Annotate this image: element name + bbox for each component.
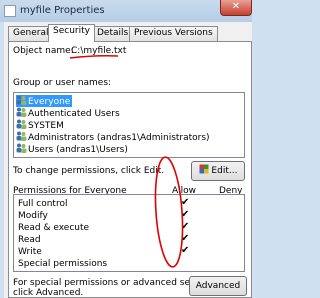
tab-previous-versions[interactable]: Previous Versions [129,26,218,41]
object-name-value: C:\myfile.txt [71,46,127,56]
permission-name: Write [18,247,42,257]
properties-window: myfile Properties ✕ General Security Det… [0,0,252,298]
permission-name: Full control [18,199,68,209]
edit-button[interactable]: Edit... [191,161,245,181]
list-item-label: SYSTEM [28,121,64,131]
advanced-button[interactable]: Advanced [189,276,247,296]
dialog-body: General Security Details Previous Versio… [4,22,252,298]
security-panel: Object name: C:\myfile.txt Group or user… [8,41,252,298]
permission-row-write: Write ✔ [18,245,244,258]
list-item-users[interactable]: Users (andras1\Users) [16,143,128,155]
users-icon [16,95,27,105]
title-bar[interactable]: myfile Properties ✕ [0,0,252,22]
list-item-label: Authenticated Users [28,109,120,119]
close-button[interactable]: ✕ [220,0,252,16]
permission-row-special: Special permissions [18,258,244,270]
allow-check-icon: ✔ [181,209,190,220]
list-item-label: Users (andras1\Users) [28,145,128,155]
permission-name: Special permissions [18,259,108,269]
users-icon [16,119,27,129]
group-user-list[interactable]: Everyone Authenticated Users SYSTEM Admi… [13,92,245,158]
group-list-label: Group or user names: [13,78,112,88]
list-item-everyone[interactable]: Everyone [16,95,73,107]
list-item-label: Administrators (andras1\Administrators) [28,133,210,143]
permission-row-modify: Modify ✔ [18,209,244,222]
permission-name: Read [18,235,41,245]
permission-name: Modify [18,211,48,221]
file-icon [4,5,16,17]
permission-row-read: Read ✔ [18,233,244,246]
allow-check-icon: ✔ [181,197,190,208]
edit-button-label: Edit... [211,166,238,176]
users-icon [16,131,27,141]
list-item-system[interactable]: SYSTEM [16,119,64,131]
advanced-info-text-line2: click Advanced. [13,288,84,298]
permissions-list: Full control ✔ Modify ✔ Read & execute ✔… [13,194,245,272]
permission-name: Read & execute [18,223,90,233]
allow-check-icon: ✔ [181,233,190,244]
list-item-label: Everyone [28,97,71,107]
list-item-authenticated-users[interactable]: Authenticated Users [16,107,120,119]
users-icon [16,143,27,153]
users-icon [16,107,27,117]
tab-security[interactable]: Security [48,24,95,42]
permission-row-full-control: Full control ✔ [18,197,244,210]
tab-general[interactable]: General [8,26,54,41]
advanced-info-text-line1: For special permissions or advanced sett… [13,278,219,288]
list-item-administrators[interactable]: Administrators (andras1\Administrators) [16,131,210,143]
shield-icon [199,164,209,174]
object-name-label: Object name: [13,46,74,56]
window-title: myfile Properties [20,5,105,16]
allow-check-icon: ✔ [181,245,190,256]
tab-details[interactable]: Details [92,26,134,41]
permission-row-read-execute: Read & execute ✔ [18,221,244,234]
change-permissions-text: To change permissions, click Edit. [13,166,165,176]
allow-check-icon: ✔ [181,221,190,232]
